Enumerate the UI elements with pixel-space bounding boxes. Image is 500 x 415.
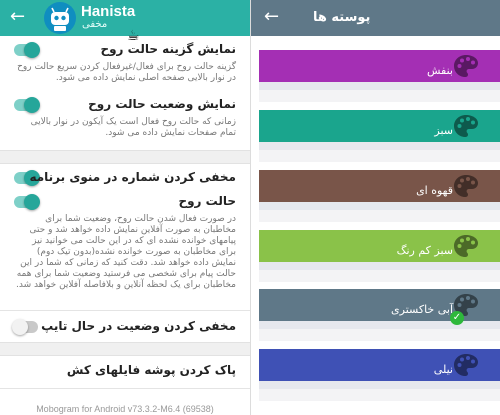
palette-icon xyxy=(454,354,478,376)
divider-line xyxy=(0,310,250,311)
palette-icon xyxy=(454,235,478,257)
palette-icon xyxy=(454,115,478,137)
back-arrow-icon[interactable]: ← xyxy=(264,8,279,26)
themes-panel: ← پوسته ها بنفش سبز قهوه ای سبز کم رنگ آبی خ… xyxy=(250,0,500,415)
palette-icon xyxy=(454,175,478,197)
theme-label: سبز کم رنگ xyxy=(396,244,453,257)
setting-title-ghost-option: نمایش گزینه حالت روح xyxy=(100,42,236,56)
setting-desc-ghost-status: زمانی که حالت روح فعال است یک آیکون در ن… xyxy=(30,117,236,138)
version-footer: Mobogram for Android v73.3.2-M6.4 (69538… xyxy=(36,404,214,414)
app-subtitle: مخفی xyxy=(82,19,108,30)
theme-preview-area xyxy=(259,150,500,162)
setting-title-ghost-mode: حالت روح xyxy=(178,194,236,208)
toggle-knob xyxy=(12,319,28,335)
theme-item-green[interactable]: سبز xyxy=(259,110,500,162)
toggle-knob xyxy=(24,42,40,58)
theme-item-brown[interactable]: قهوه ای xyxy=(259,170,500,222)
setting-title-hide-number: مخفی کردن شماره در منوی برنامه xyxy=(29,170,236,184)
theme-accent-strip xyxy=(259,82,500,90)
selected-check-icon: ✓ xyxy=(450,311,464,325)
setting-desc-ghost-option: گزینه حالت روح برای فعال/غیرفعال کردن سر… xyxy=(17,62,236,83)
section-divider xyxy=(0,150,250,164)
toggle-ghost-option[interactable] xyxy=(14,42,40,58)
setting-title-hide-typing: مخفی کردن وضعیت در حال تایپ xyxy=(41,319,236,333)
theme-label: آبی خاکستری xyxy=(391,303,453,316)
theme-label: بنفش xyxy=(427,64,453,77)
theme-accent-strip xyxy=(259,202,500,210)
theme-label: قهوه ای xyxy=(416,184,453,197)
toggle-ghost-mode[interactable] xyxy=(14,194,40,210)
clear-cache-button[interactable]: پاک کردن پوشه فایلهای کش xyxy=(67,363,236,377)
app-avatar xyxy=(44,2,76,34)
theme-label: نیلی xyxy=(433,363,453,376)
settings-app-bar: ← Hanista مخفی ☕ xyxy=(0,0,250,44)
theme-item-blue-grey[interactable]: آبی خاکستری ✓ xyxy=(259,289,500,341)
section-divider xyxy=(0,342,250,356)
back-arrow-icon[interactable]: ← xyxy=(10,8,25,26)
theme-item-light-green[interactable]: سبز کم رنگ xyxy=(259,230,500,282)
theme-preview-area xyxy=(259,329,500,341)
setting-title-ghost-status: نمایش وضعیت حالت روح xyxy=(88,97,236,111)
robot-icon xyxy=(51,7,69,31)
themes-app-bar: ← پوسته ها xyxy=(251,0,500,36)
theme-preview-area xyxy=(259,270,500,282)
palette-icon xyxy=(454,55,478,77)
divider-line xyxy=(0,388,250,389)
toggle-hide-typing[interactable] xyxy=(12,319,38,335)
theme-preview-area xyxy=(259,210,500,222)
theme-accent-strip xyxy=(259,321,500,329)
settings-panel: ← Hanista مخفی ☕ نمایش گزینه حالت روح گز… xyxy=(0,0,250,415)
theme-accent-strip xyxy=(259,381,500,389)
theme-preview-area xyxy=(259,389,500,401)
app-title: Hanista xyxy=(81,3,136,20)
theme-item-indigo[interactable]: نیلی xyxy=(259,349,500,401)
theme-preview-area xyxy=(259,90,500,102)
theme-accent-strip xyxy=(259,142,500,150)
toggle-knob xyxy=(24,194,40,210)
toggle-knob xyxy=(24,97,40,113)
theme-accent-strip xyxy=(259,262,500,270)
themes-title: پوسته ها xyxy=(313,10,371,25)
toggle-ghost-status[interactable] xyxy=(14,97,40,113)
theme-item-purple[interactable]: بنفش xyxy=(259,50,500,102)
setting-desc-ghost-mode: در صورت فعال شدن حالت روح، وضعیت شما برا… xyxy=(16,214,236,290)
theme-label: سبز xyxy=(434,124,453,137)
